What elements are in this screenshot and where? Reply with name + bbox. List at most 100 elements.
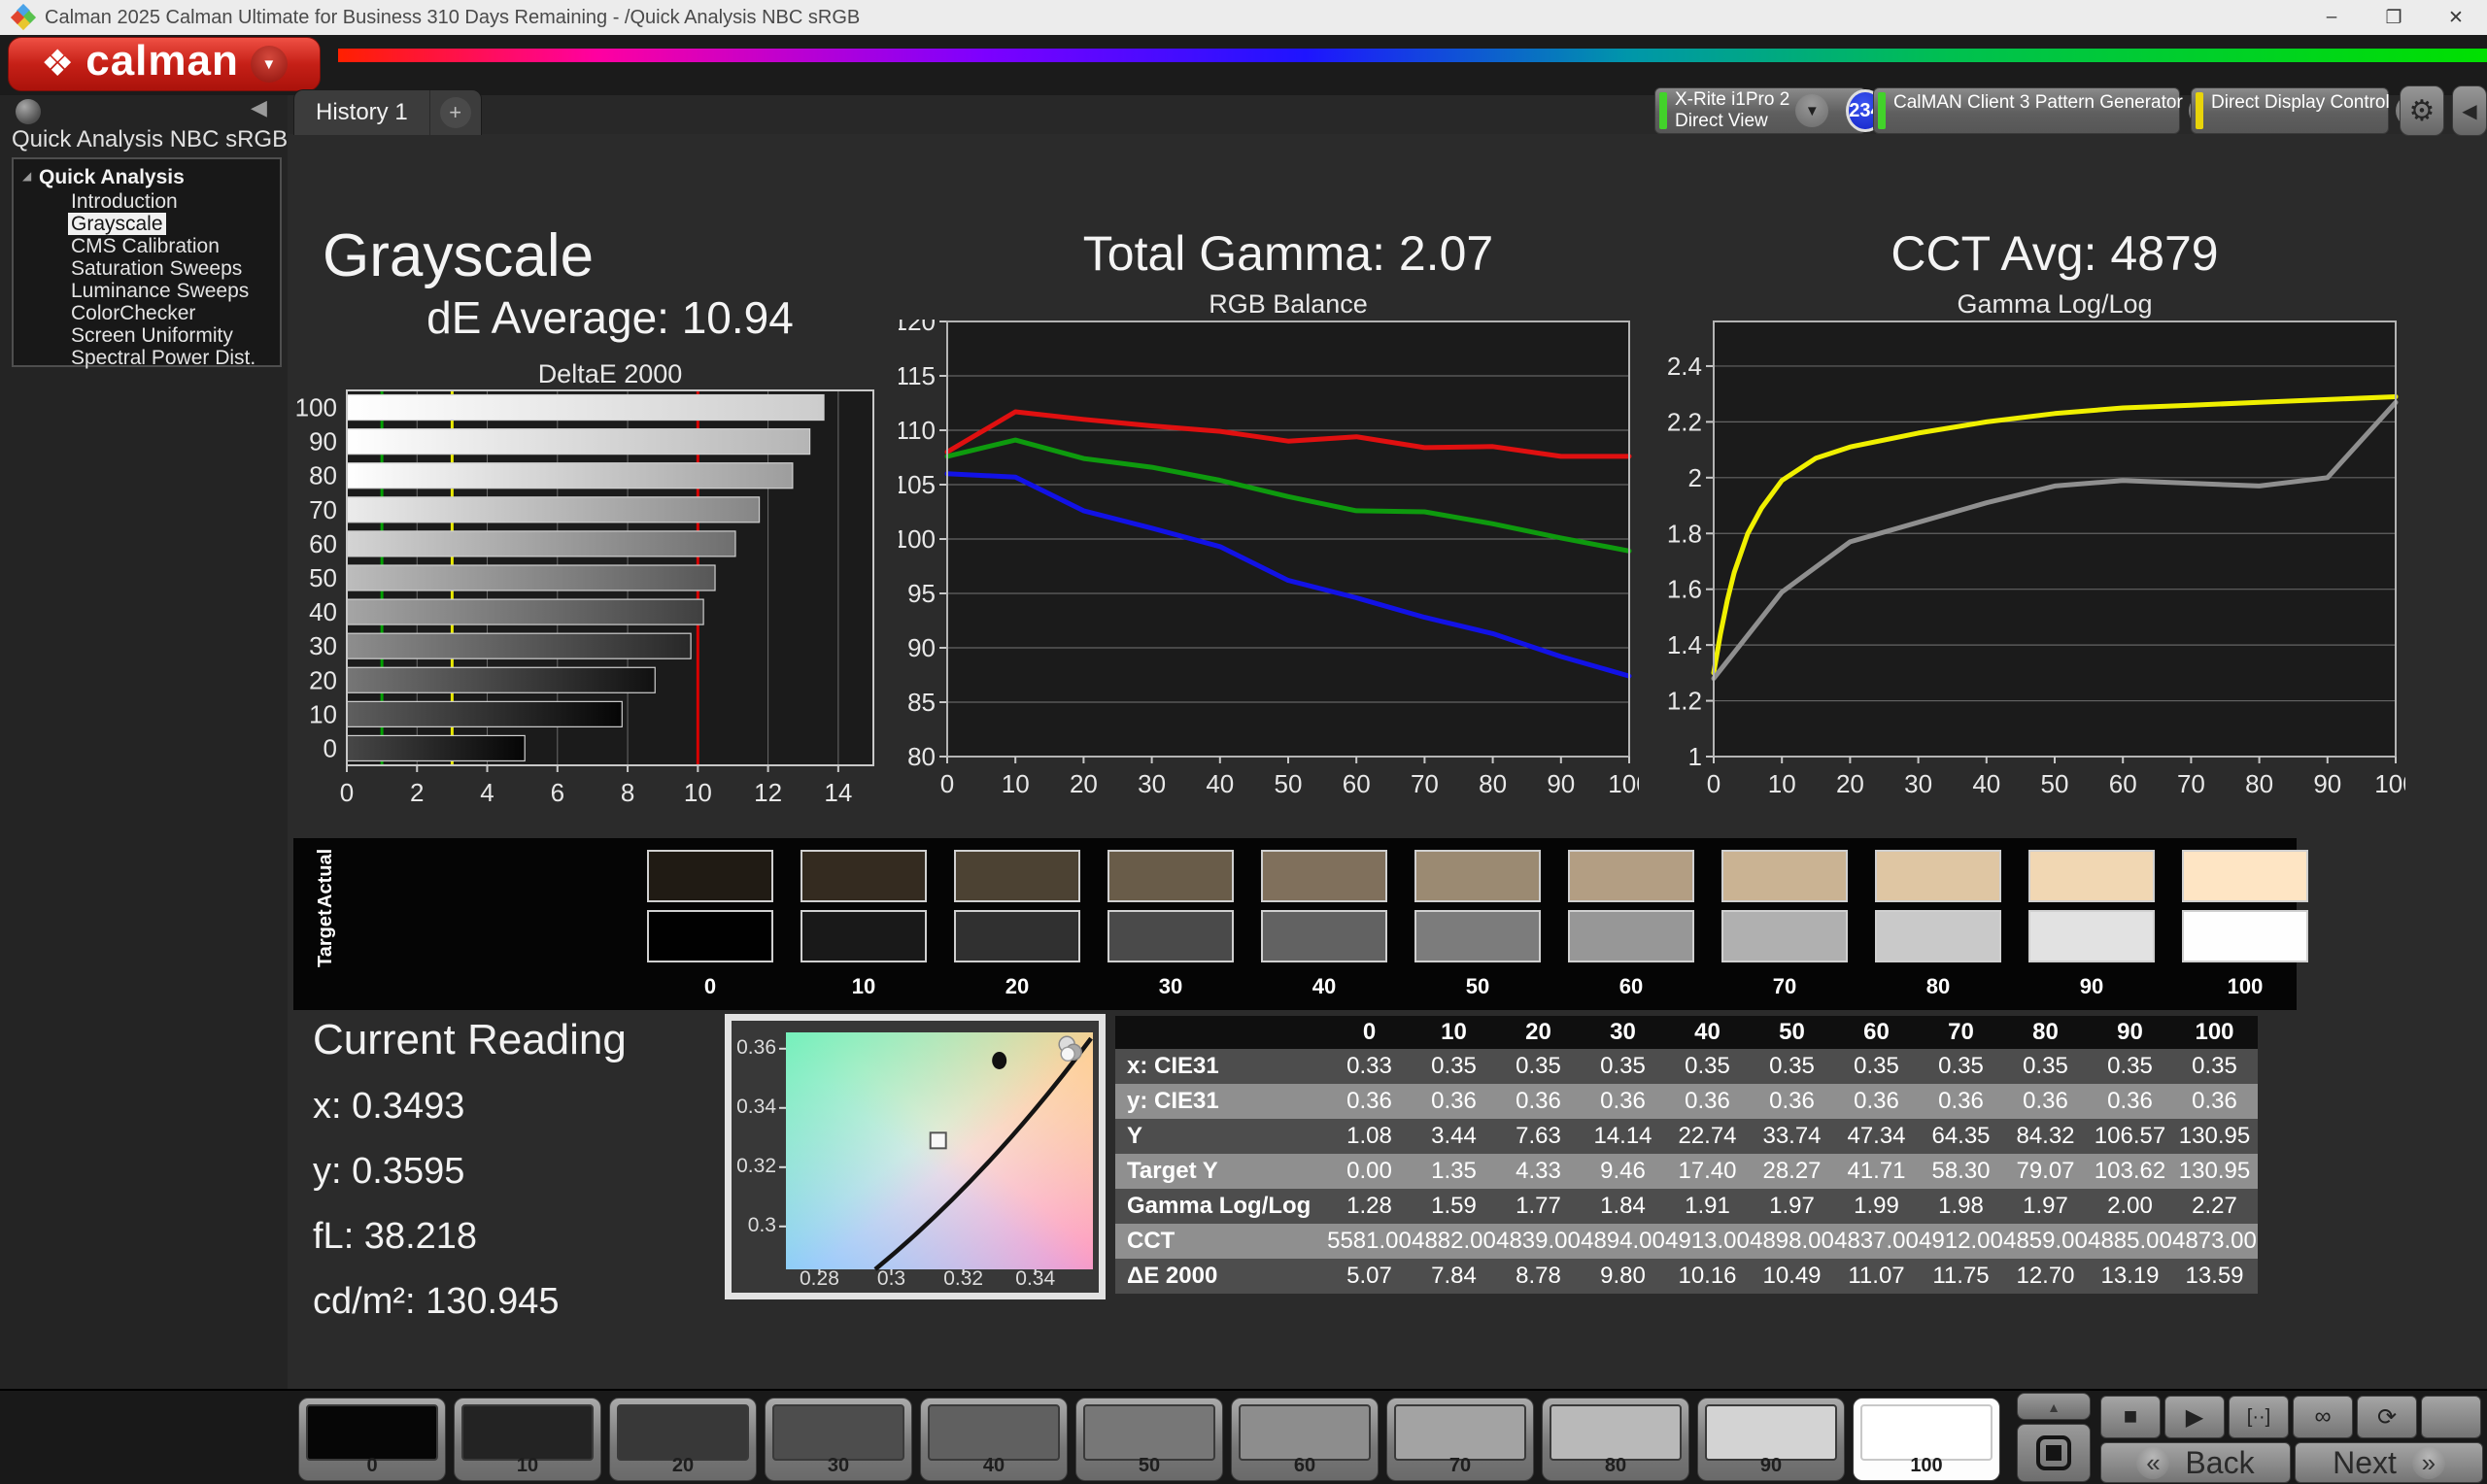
table-cell: 4837.00: [1834, 1228, 1919, 1255]
tree-items: IntroductionGrayscaleCMS CalibrationSatu…: [14, 190, 280, 369]
pattern-button-50[interactable]: 50: [1075, 1398, 1223, 1481]
table-cell: 17.40: [1665, 1158, 1750, 1185]
calman-logo-menu[interactable]: ❖ calman ▼: [8, 37, 321, 91]
table-col-header: 20: [1496, 1019, 1581, 1046]
table-cell: 2.00: [2088, 1193, 2172, 1220]
target-swatch-10: [801, 910, 927, 962]
table-cell: 7.84: [1412, 1263, 1496, 1290]
pattern-button-70[interactable]: 70: [1386, 1398, 1534, 1481]
table-cell: 11.75: [1919, 1263, 2003, 1290]
svg-text:90: 90: [309, 427, 337, 456]
tree-item-grayscale[interactable]: Grayscale: [14, 213, 280, 235]
reading-cdm2: cd/m²: 130.945: [313, 1281, 711, 1323]
tree-item-label: Luminance Sweeps: [68, 280, 252, 302]
pattern-window-button[interactable]: [2017, 1424, 2091, 1482]
sidebar-collapse-icon[interactable]: ◀: [251, 95, 267, 120]
svg-text:1.2: 1.2: [1667, 687, 1702, 716]
extra-button[interactable]: [2421, 1396, 2481, 1438]
cie-xtick: 0.34: [1006, 1267, 1065, 1291]
page-title: Grayscale: [323, 221, 594, 290]
pattern-level-label: 0: [299, 1455, 445, 1477]
pattern-button-40[interactable]: 40: [920, 1398, 1068, 1481]
back-label: Back: [2185, 1445, 2254, 1481]
pattern-button-60[interactable]: 60: [1231, 1398, 1379, 1481]
pattern-button-80[interactable]: 80: [1542, 1398, 1689, 1481]
table-row-x-cie31: x: CIE310.330.350.350.350.350.350.350.35…: [1115, 1049, 2258, 1084]
row-label: x: CIE31: [1115, 1053, 1327, 1080]
pattern-button-10[interactable]: 10: [454, 1398, 601, 1481]
pattern-level-label: 90: [1698, 1455, 1844, 1477]
minimize-icon[interactable]: –: [2300, 0, 2363, 35]
tree-item-screen-uniformity[interactable]: Screen Uniformity: [14, 324, 280, 347]
swatch-level-label: 20: [954, 974, 1080, 999]
pattern-preview: [1083, 1404, 1215, 1461]
swatch-level-label: 40: [1261, 974, 1387, 999]
table-cell: 4882.00: [1412, 1228, 1496, 1255]
pattern-level-label: 30: [766, 1455, 911, 1477]
tab-history-1[interactable]: History 1: [294, 90, 430, 135]
meter-dropdown[interactable]: X-Rite i1Pro 2 Direct View ▼ 234: [1654, 87, 1866, 134]
table-cell: 0.35: [1496, 1053, 1581, 1080]
tree-item-cms-calibration[interactable]: CMS Calibration: [14, 235, 280, 257]
pattern-window-icon: [2036, 1435, 2071, 1470]
table-cell: 79.07: [2003, 1158, 2088, 1185]
svg-text:1: 1: [1688, 742, 1702, 771]
loop-button[interactable]: ⟳: [2357, 1396, 2417, 1438]
table-cell: 1.97: [2003, 1193, 2088, 1220]
pattern-button-0[interactable]: 0: [298, 1398, 446, 1481]
workflow-tree: ◢ Quick Analysis IntroductionGrayscaleCM…: [12, 157, 282, 367]
table-cell: 0.36: [1327, 1088, 1412, 1115]
settings-button[interactable]: ⚙: [2400, 85, 2444, 136]
table-cell: 1.59: [1412, 1193, 1496, 1220]
table-cell: 2.27: [2172, 1193, 2257, 1220]
add-tab-button[interactable]: +: [430, 97, 481, 128]
pattern-preview: [772, 1404, 904, 1461]
restore-icon[interactable]: ❐: [2363, 0, 2425, 35]
play-button[interactable]: ▶: [2164, 1396, 2225, 1438]
tree-root-quick-analysis[interactable]: ◢ Quick Analysis: [14, 166, 280, 190]
tree-item-spectral-power-dist-[interactable]: Spectral Power Dist.: [14, 347, 280, 369]
tree-item-introduction[interactable]: Introduction: [14, 190, 280, 213]
continuous-button[interactable]: ∞: [2293, 1396, 2353, 1438]
tree-item-colorchecker[interactable]: ColorChecker: [14, 302, 280, 324]
svg-text:60: 60: [1343, 769, 1371, 798]
stop-button[interactable]: ■: [2100, 1396, 2161, 1438]
cie-ytick: 0.36: [732, 1036, 776, 1060]
pattern-button-30[interactable]: 30: [765, 1398, 912, 1481]
pattern-button-90[interactable]: 90: [1697, 1398, 1845, 1481]
svg-text:0: 0: [940, 769, 954, 798]
svg-text:40: 40: [1206, 769, 1234, 798]
collapse-toolbar-button[interactable]: ◀: [2452, 85, 2487, 136]
grayscale-swatch-strip: Actual Target 0102030405060708090100: [293, 838, 2297, 1010]
table-cell: 0.33: [1327, 1053, 1412, 1080]
actual-row-label: Actual: [315, 850, 337, 906]
row-label: y: CIE31: [1115, 1088, 1327, 1115]
table-cell: 106.57: [2088, 1123, 2172, 1150]
table-cell: 1.08: [1327, 1123, 1412, 1150]
back-button[interactable]: « Back: [2100, 1442, 2291, 1483]
app-icon: [12, 6, 35, 29]
reading-y: y: 0.3595: [313, 1151, 711, 1193]
next-button[interactable]: Next »: [2295, 1442, 2483, 1483]
table-cell: 1.35: [1412, 1158, 1496, 1185]
tree-expand-icon[interactable]: ◢: [22, 169, 31, 183]
close-icon[interactable]: ✕: [2425, 0, 2487, 35]
display-control-dropdown[interactable]: Direct Display Control ▼: [2191, 87, 2389, 134]
pattern-panel-up-button[interactable]: ▲: [2017, 1393, 2091, 1420]
sidebar-orb-button[interactable]: [16, 99, 41, 124]
pattern-button-20[interactable]: 20: [609, 1398, 757, 1481]
chevrons-right-icon: »: [2412, 1446, 2445, 1479]
table-cell: 4859.00: [2003, 1228, 2088, 1255]
chevrons-left-icon: «: [2136, 1446, 2169, 1479]
tree-item-saturation-sweeps[interactable]: Saturation Sweeps: [14, 257, 280, 280]
row-label: ΔE 2000: [1115, 1263, 1327, 1290]
tree-item-luminance-sweeps[interactable]: Luminance Sweeps: [14, 280, 280, 302]
table-cell: 4873.00: [2172, 1228, 2257, 1255]
svg-text:110: 110: [899, 416, 936, 445]
target-swatch-100: [2182, 910, 2308, 962]
step-button[interactable]: [··]: [2229, 1396, 2289, 1438]
table-header-row: 0102030405060708090100: [1115, 1016, 2258, 1049]
pattern-generator-dropdown[interactable]: CalMAN Client 3 Pattern Generator ▼: [1873, 87, 2180, 134]
pattern-button-100[interactable]: 100: [1853, 1398, 2000, 1481]
chevron-down-icon[interactable]: ▼: [1795, 94, 1828, 127]
